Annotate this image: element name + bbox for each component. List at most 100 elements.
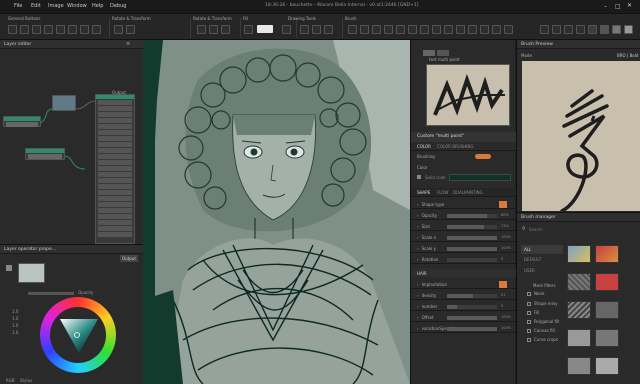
output-button[interactable]: Output: [120, 255, 138, 262]
filter-none[interactable]: None: [527, 291, 544, 296]
solid-color-swatch[interactable]: [449, 174, 511, 181]
category-default[interactable]: DEFAULT: [524, 257, 541, 262]
menu-help[interactable]: Help: [92, 3, 103, 9]
brush-thumbnail[interactable]: [595, 273, 619, 291]
property-slider[interactable]: [447, 294, 497, 298]
node-image-thumb[interactable]: [52, 95, 76, 111]
expand-arrow-icon[interactable]: ›: [417, 315, 419, 320]
brush-property-row[interactable]: › Offset 100%: [411, 313, 516, 322]
eraser-icon[interactable]: [312, 25, 321, 34]
fill-tolerance-field[interactable]: [257, 25, 273, 33]
property-slider[interactable]: [447, 225, 497, 229]
property-slider[interactable]: [447, 258, 497, 262]
undo-icon[interactable]: [56, 25, 65, 34]
filter-curve-crops[interactable]: Curve crops: [527, 337, 558, 342]
brush-property-row[interactable]: › variationSpeed 100%: [411, 324, 516, 333]
lasso-icon[interactable]: [480, 25, 489, 34]
gradient-icon[interactable]: [282, 25, 291, 34]
color-swatch-icon[interactable]: [588, 25, 597, 34]
ink-icon[interactable]: [384, 25, 393, 34]
menu-image[interactable]: Image: [48, 3, 64, 9]
layer-mode-icon[interactable]: [6, 265, 12, 271]
filter-canvas-fill[interactable]: Canvas fill: [527, 328, 555, 333]
preset-icon[interactable]: [576, 25, 585, 34]
brush-property-row[interactable]: › Opacity 80%: [411, 211, 516, 220]
menu-edit[interactable]: Edit: [31, 3, 41, 9]
brush-property-row[interactable]: › Scale y 100%: [411, 244, 516, 253]
brush-property-row[interactable]: › density 51: [411, 291, 516, 300]
texture-icon[interactable]: [408, 25, 417, 34]
expand-arrow-icon[interactable]: ›: [417, 304, 419, 309]
pencil-icon[interactable]: [300, 25, 309, 34]
color-swatch-icon[interactable]: [612, 25, 621, 34]
preset-icon[interactable]: [552, 25, 561, 34]
drawing-canvas[interactable]: [143, 40, 410, 384]
category-user[interactable]: USER: [524, 268, 535, 273]
clone-icon[interactable]: [456, 25, 465, 34]
smear-icon[interactable]: [432, 25, 441, 34]
smudge-icon[interactable]: [324, 25, 333, 34]
tab-flow[interactable]: FLOW: [437, 190, 449, 195]
brush-thumbnail[interactable]: [567, 273, 591, 291]
filter-polygonal-fill[interactable]: Polygonal fill: [527, 319, 559, 324]
filter-fill[interactable]: Fill: [527, 310, 539, 315]
minimize-icon[interactable]: –: [604, 3, 607, 10]
picker-icon[interactable]: [492, 25, 501, 34]
shape-preview-swatch[interactable]: [499, 201, 507, 208]
color-swatch-icon[interactable]: [600, 25, 609, 34]
expand-arrow-icon[interactable]: ›: [417, 257, 419, 262]
expand-arrow-icon[interactable]: ›: [417, 213, 419, 218]
expand-arrow-icon[interactable]: ›: [417, 293, 419, 298]
clear-icon[interactable]: [80, 25, 89, 34]
color-swatch-icon[interactable]: [624, 25, 633, 34]
selection-icon[interactable]: [468, 25, 477, 34]
expand-arrow-icon[interactable]: ›: [417, 202, 419, 207]
filter-checkbox[interactable]: [527, 302, 531, 306]
brush-icon[interactable]: [348, 25, 357, 34]
expand-arrow-icon[interactable]: ›: [417, 224, 419, 229]
opacity-slider[interactable]: [28, 292, 74, 295]
tab-shape[interactable]: SHAPE: [417, 190, 430, 195]
hand-icon[interactable]: [504, 25, 513, 34]
solid-color-icon[interactable]: [417, 175, 421, 179]
filter-checkbox[interactable]: [527, 320, 531, 324]
airbrush-icon[interactable]: [360, 25, 369, 34]
menu-debug[interactable]: Debug: [110, 3, 126, 9]
property-slider[interactable]: [447, 316, 497, 320]
filter-shape-mixy[interactable]: Shape mixy: [527, 301, 558, 306]
tab-color-brushing[interactable]: COLOR BRUSHING: [437, 144, 474, 149]
brush-thumbnail[interactable]: [595, 357, 619, 375]
panel-menu-icon[interactable]: ≡: [126, 41, 130, 47]
brush-property-row[interactable]: › Size 73%: [411, 222, 516, 231]
preset-icon[interactable]: [540, 25, 549, 34]
shape-preview-swatch[interactable]: [499, 281, 507, 288]
stamp-icon[interactable]: [420, 25, 429, 34]
property-slider[interactable]: [447, 327, 497, 331]
new-file-icon[interactable]: [8, 25, 17, 34]
move-icon[interactable]: [197, 25, 206, 34]
brush-property-row[interactable]: › number 5: [411, 302, 516, 311]
expand-arrow-icon[interactable]: ›: [417, 326, 419, 331]
property-slider[interactable]: [447, 305, 497, 309]
color-triangle[interactable]: [58, 317, 100, 355]
rotate-left-icon[interactable]: [114, 25, 123, 34]
node-output[interactable]: Output: [95, 90, 135, 244]
tab-dualpainting[interactable]: DUALPAINTING: [453, 190, 483, 195]
brush-thumbnail[interactable]: [567, 357, 591, 375]
category-all[interactable]: ALL: [521, 245, 563, 254]
blend-icon[interactable]: [396, 25, 405, 34]
preset-icon[interactable]: [564, 25, 573, 34]
property-slider[interactable]: [447, 214, 497, 218]
property-slider[interactable]: [447, 247, 497, 251]
menu-window[interactable]: Window: [67, 3, 87, 9]
export-icon[interactable]: [44, 25, 53, 34]
menu-file[interactable]: File: [14, 3, 22, 9]
brush-property-row[interactable]: › Rotation 0: [411, 255, 516, 264]
brush-thumbnail[interactable]: [595, 245, 619, 263]
redo-icon[interactable]: [68, 25, 77, 34]
brushing-toggle[interactable]: [475, 154, 491, 159]
brush-thumbnail[interactable]: [567, 301, 591, 319]
marker-icon[interactable]: [372, 25, 381, 34]
mode-value[interactable]: BRO | Bold: [617, 53, 638, 58]
expand-arrow-icon[interactable]: ›: [417, 235, 419, 240]
